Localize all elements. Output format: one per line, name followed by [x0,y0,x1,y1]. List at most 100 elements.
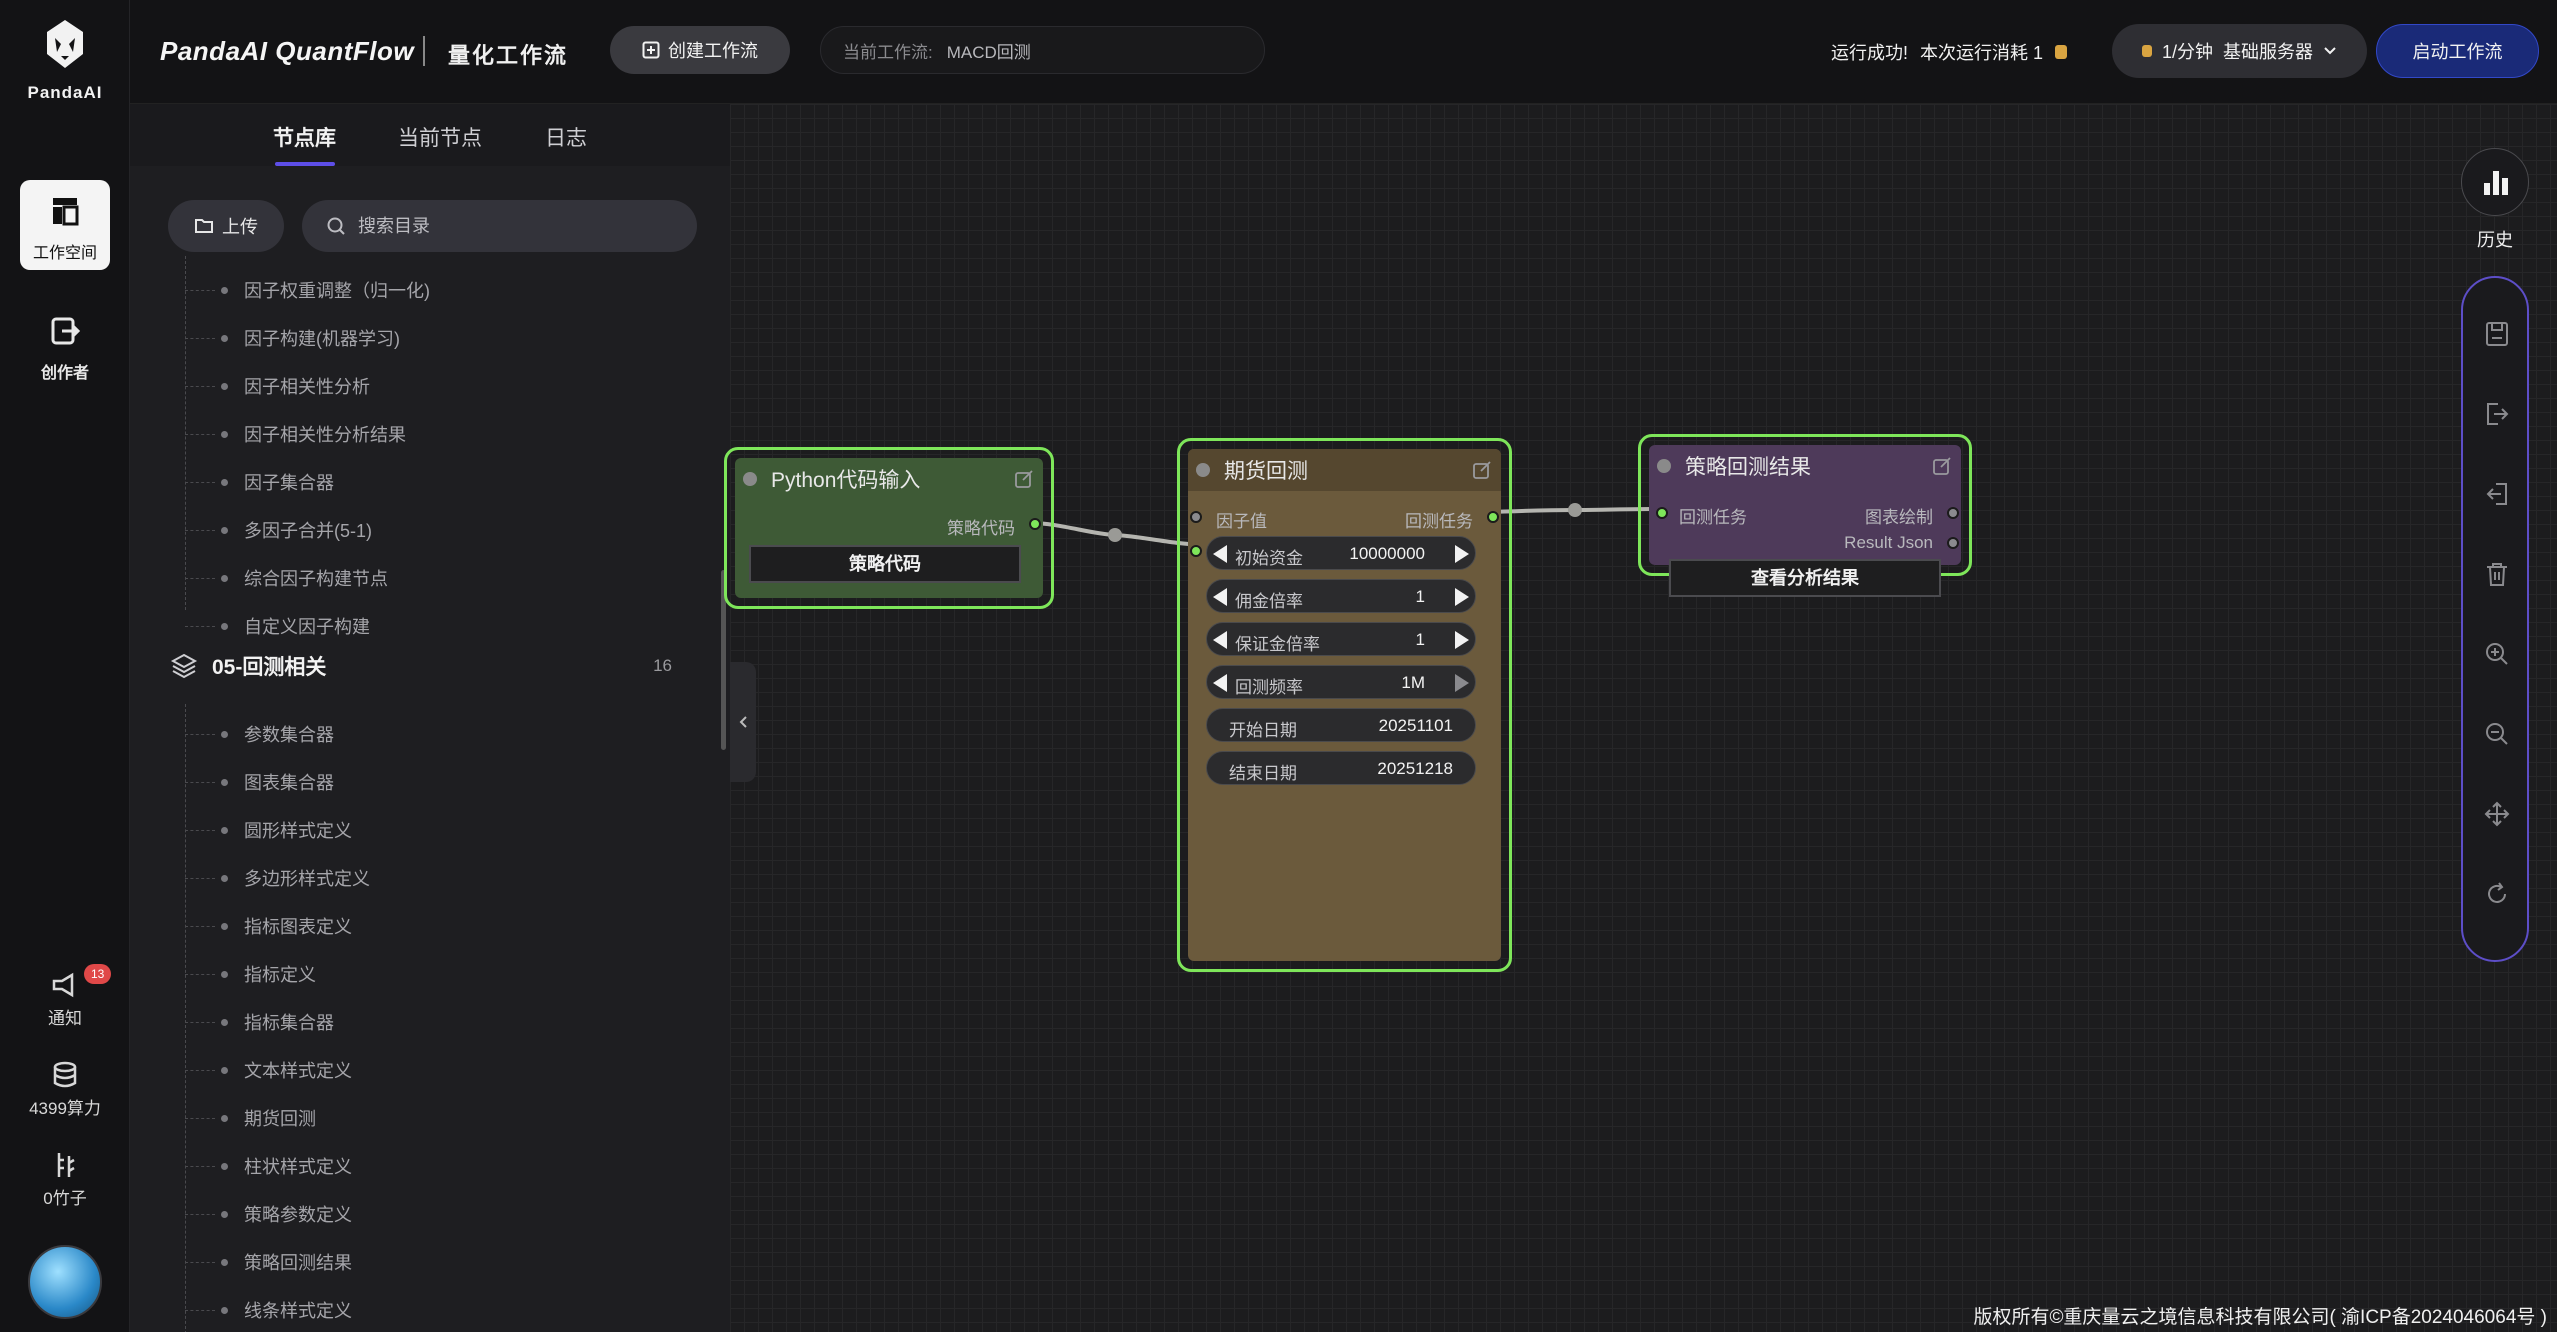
node-library-panel: 节点库 当前节点 日志 上传 因子权重调整（归一化) 因子构建(机器学习) 因子… [130,104,730,1332]
decrement-arrow-icon[interactable] [1213,631,1227,649]
decrement-arrow-icon[interactable] [1213,674,1227,692]
increment-arrow-icon[interactable] [1455,545,1469,563]
link-midpoint[interactable] [1108,528,1122,542]
output-port[interactable] [1487,511,1499,523]
folder-icon [195,219,213,233]
list-item[interactable]: 文本样式定义 [185,1046,352,1094]
list-item[interactable]: 自定义因子构建 [185,602,370,650]
output-port[interactable] [1029,518,1041,530]
import-icon[interactable] [2483,480,2511,508]
server-select[interactable]: 1/分钟 基础服务器 [2112,24,2367,78]
list-item[interactable]: 参数集合器 [185,710,334,758]
tab-node-library[interactable]: 节点库 [273,122,336,152]
brand-logo[interactable]: PandaAI [0,18,130,103]
list-item[interactable]: 多因子合并(5-1) [185,506,372,554]
list-item[interactable]: 多边形样式定义 [185,854,370,902]
node-title: 期货回测 [1196,455,1308,485]
list-item[interactable]: 因子相关性分析结果 [185,410,406,458]
search-input[interactable] [358,215,658,237]
list-item[interactable]: 因子集合器 [185,458,334,506]
input-port[interactable] [1190,545,1202,557]
export-icon[interactable] [2483,400,2511,428]
port-label: Result Json [1844,533,1933,552]
initial-capital-widget[interactable]: 初始资金 10000000 [1206,536,1476,570]
panda-logo-icon [47,20,83,68]
node-status-dot [1196,463,1210,477]
search-icon [327,217,345,235]
bamboo-button[interactable]: 0竹子 [0,1150,130,1209]
edit-icon[interactable] [1013,468,1035,490]
decrement-arrow-icon[interactable] [1213,545,1227,563]
input-port[interactable] [1656,507,1668,519]
save-icon[interactable] [2483,320,2511,348]
compute-button[interactable]: 4399算力 [0,1060,130,1119]
start-workflow-button[interactable]: 启动工作流 [2376,24,2539,78]
increment-arrow-icon[interactable] [1455,631,1469,649]
list-item[interactable]: 因子构建(机器学习) [185,314,400,362]
list-item[interactable]: 因子权重调整（归一化) [185,266,430,314]
reset-icon[interactable] [2483,880,2511,908]
nav-workspace-label: 工作空间 [32,245,97,262]
widget-value: 20251218 [1377,759,1453,778]
output-port[interactable] [1947,537,1959,549]
move-icon[interactable] [2483,800,2511,828]
decrement-arrow-icon[interactable] [1213,588,1227,606]
commission-widget[interactable]: 佣金倍率 1 [1206,579,1476,613]
server-name: 基础服务器 [2223,42,2313,62]
input-port[interactable] [1190,511,1202,523]
bamboo-label: 0竹子 [43,1189,87,1208]
current-workflow-field[interactable]: 当前工作流: MACD回测 [820,26,1265,74]
list-item[interactable]: 柱状样式定义 [185,1142,352,1190]
frequency-widget[interactable]: 回测频率 1M [1206,665,1476,699]
output-port[interactable] [1947,507,1959,519]
nav-workspace[interactable]: 工作空间 [20,180,110,270]
edit-icon[interactable] [1931,455,1953,477]
list-item[interactable]: 指标图表定义 [185,902,352,950]
node-python-input[interactable]: Python代码输入 策略代码 策略代码 [724,447,1054,609]
group-backtest[interactable]: 05-回测相关 16 [170,644,690,688]
database-icon [50,1060,80,1090]
view-analysis-button[interactable]: 查看分析结果 [1669,559,1941,597]
creator-icon [51,317,81,345]
end-date-widget[interactable]: 结束日期 20251218 [1206,751,1476,785]
node-strategy-result[interactable]: 策略回测结果 回测任务 图表绘制 Result Json 查看分析结果 [1638,434,1972,597]
edit-icon[interactable] [1471,459,1493,481]
list-item[interactable]: 指标集合器 [185,998,334,1046]
zoom-out-icon[interactable] [2483,720,2511,748]
list-item[interactable]: 图表集合器 [185,758,334,806]
workflow-canvas[interactable]: Python代码输入 策略代码 策略代码 期货回测 因子值 回测任务 初始资金 [724,104,2557,1332]
create-workflow-button[interactable]: 创建工作流 [610,26,790,74]
nav-creator[interactable]: 创作者 [20,300,110,390]
list-item[interactable]: 因子相关性分析 [185,362,370,410]
code-button[interactable]: 策略代码 [749,545,1021,583]
upload-button[interactable]: 上传 [168,200,284,252]
list-item[interactable]: 指标定义 [185,950,316,998]
widget-value: 1 [1415,587,1425,606]
node-futures-backtest[interactable]: 期货回测 因子值 回测任务 初始资金 10000000 佣金倍率 1 保证金倍率… [1177,438,1512,972]
list-item[interactable]: 策略参数定义 [185,1190,352,1238]
margin-widget[interactable]: 保证金倍率 1 [1206,622,1476,656]
list-item[interactable]: 线条样式定义 [185,1286,352,1332]
increment-arrow-icon[interactable] [1455,588,1469,606]
list-item[interactable]: 圆形样式定义 [185,806,352,854]
chevron-down-icon [2324,47,2336,55]
list-item[interactable]: 期货回测 [185,1094,316,1142]
list-item[interactable]: 综合因子构建节点 [185,554,388,602]
link-midpoint[interactable] [1568,503,1582,517]
notify-button[interactable]: 13 通知 [0,964,130,1029]
tab-current-node[interactable]: 当前节点 [398,122,482,152]
zoom-in-icon[interactable] [2483,640,2511,668]
widget-value: 1 [1415,630,1425,649]
panel-collapse-handle[interactable] [730,662,756,782]
widget-label: 初始资金 [1235,549,1303,568]
increment-arrow-icon[interactable] [1455,674,1469,692]
node-title: 策略回测结果 [1657,451,1811,481]
start-date-widget[interactable]: 开始日期 20251101 [1206,708,1476,742]
list-item[interactable]: 策略回测结果 [185,1238,352,1286]
trash-icon[interactable] [2483,560,2511,588]
user-avatar[interactable] [28,1245,102,1319]
port-label: 回测任务 [1679,508,1747,527]
tab-log[interactable]: 日志 [545,122,587,152]
node-status-dot [1657,459,1671,473]
history-button[interactable] [2461,148,2529,216]
